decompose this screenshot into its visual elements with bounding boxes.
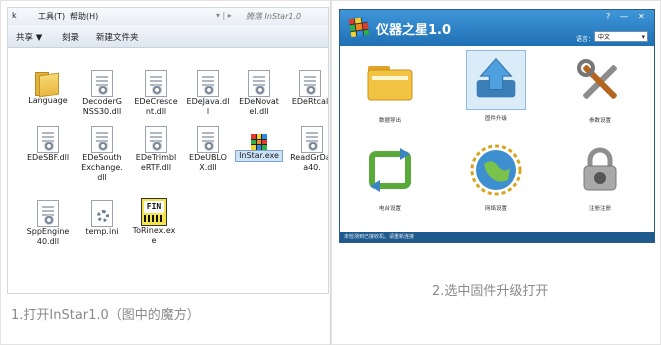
- file-name: EDeCrescent.dll: [134, 97, 178, 116]
- burn-button[interactable]: 刻录: [62, 31, 79, 43]
- share-button[interactable]: 共享 ▼: [16, 31, 42, 43]
- folder-icon: [35, 70, 61, 98]
- dll-file-icon: [145, 126, 167, 153]
- language-select[interactable]: 中文: [594, 31, 648, 43]
- file-item[interactable]: DecoderGNSS30.dll: [80, 70, 124, 117]
- app-title-bar: 仪器之星1.0 ? — ✕ 语言： 中文: [340, 10, 654, 46]
- file-name: EDeJava.dll: [186, 97, 230, 116]
- file-item[interactable]: ReadGrData40.: [290, 126, 328, 173]
- file-explorer-window: k 工具(T) 帮助(H) ▾ | ▸ 腾落 InStar1.0 共享 ▼ 刻录…: [7, 7, 329, 294]
- tools-icon: [570, 52, 630, 112]
- file-item-selected[interactable]: InStar.exe: [235, 126, 283, 162]
- screenshot-card-left: k 工具(T) 帮助(H) ▾ | ▸ 腾落 InStar1.0 共享 ▼ 刻录…: [0, 0, 331, 345]
- address-bar[interactable]: 腾落 InStar1.0: [246, 11, 301, 22]
- file-item[interactable]: SppEngine40.dll: [26, 200, 70, 247]
- tile-label: 参数设置: [588, 118, 611, 124]
- dll-file-icon: [299, 70, 321, 97]
- close-button[interactable]: ✕: [638, 12, 645, 21]
- folder-icon: [360, 52, 420, 112]
- file-name: EDeNovatel.dll: [239, 97, 279, 116]
- tile-data-export[interactable]: 数据导出: [358, 52, 422, 124]
- tile-label: 数据导出: [378, 118, 401, 124]
- dll-file-icon: [145, 70, 167, 97]
- instar-app-window: 仪器之星1.0 ? — ✕ 语言： 中文 数据导出 固件升级 参数设置: [339, 9, 655, 243]
- explorer-menubar: k 工具(T) 帮助(H) ▾ | ▸ 腾落 InStar1.0: [8, 8, 328, 26]
- settings-file-icon: [91, 200, 113, 227]
- language-label: 语言：: [576, 36, 595, 43]
- file-name: EDeUBLOX.dll: [189, 153, 227, 172]
- tile-radio-settings[interactable]: 电台设置: [358, 140, 422, 212]
- file-item[interactable]: Language: [26, 70, 70, 106]
- file-name: ToRinex.exe: [132, 226, 176, 245]
- help-button[interactable]: ?: [606, 12, 610, 21]
- rubiks-cube-icon: [348, 16, 370, 38]
- dll-file-icon: [37, 126, 59, 153]
- file-item[interactable]: EDeSBF.dll: [26, 126, 70, 163]
- menu-item-tools[interactable]: 工具(T): [38, 11, 65, 22]
- file-item[interactable]: EDeUBLOX.dll: [186, 126, 230, 173]
- menu-item-help[interactable]: 帮助(H): [70, 11, 98, 22]
- file-item[interactable]: EDeRtcal: [288, 70, 329, 107]
- new-folder-button[interactable]: 新建文件夹: [96, 31, 139, 43]
- file-name: SppEngine40.dll: [26, 227, 70, 246]
- file-name: EDeTrimbleRTF.dll: [135, 153, 177, 172]
- rubiks-cube-icon: [248, 128, 270, 150]
- dll-file-icon: [37, 200, 59, 227]
- nav-arrows-icon[interactable]: ▾ | ▸: [216, 11, 232, 20]
- status-bar: 未检测到已接收机。请重新连接: [340, 232, 654, 242]
- tile-registration[interactable]: 注册注册: [568, 140, 632, 212]
- tile-network-settings[interactable]: 网络设置: [464, 140, 528, 212]
- dll-file-icon: [197, 70, 219, 97]
- language-value: 中文: [598, 34, 611, 41]
- file-item[interactable]: EDeJava.dll: [186, 70, 230, 117]
- file-name: EDeSBF.dll: [26, 153, 70, 162]
- menu-item-edit[interactable]: k: [12, 11, 17, 20]
- file-item[interactable]: temp.ini: [80, 200, 124, 237]
- file-item[interactable]: EDeCrescent.dll: [134, 70, 178, 117]
- upload-arrow-icon: [466, 50, 526, 110]
- file-name: EDeSouthExchange.dll: [81, 153, 123, 182]
- caption-step-2: 2.选中固件升级打开: [432, 284, 549, 299]
- dll-file-icon: [248, 70, 270, 97]
- file-name: InStar.exe: [235, 150, 283, 162]
- tile-label: 电台设置: [378, 206, 401, 212]
- caption-step-1: 1.打开InStar1.0（图中的魔方）: [11, 308, 200, 323]
- tile-parameter-settings[interactable]: 参数设置: [568, 52, 632, 124]
- dll-file-icon: [91, 126, 113, 153]
- file-item[interactable]: EDeSouthExchange.dll: [80, 126, 124, 183]
- file-item[interactable]: EDeTrimbleRTF.dll: [134, 126, 178, 173]
- app-title: 仪器之星1.0: [376, 23, 452, 38]
- file-name: ReadGrData40.: [290, 153, 328, 172]
- file-name: EDeRtcal: [291, 97, 329, 106]
- dll-file-icon: [91, 70, 113, 97]
- file-item[interactable]: FIN ToRinex.exe: [132, 198, 176, 246]
- dll-file-icon: [197, 126, 219, 153]
- minimize-button[interactable]: —: [620, 12, 628, 21]
- padlock-icon: [570, 140, 630, 200]
- file-name: DecoderGNSS30.dll: [82, 97, 122, 116]
- file-name: Language: [28, 96, 68, 105]
- tile-firmware-upgrade[interactable]: 固件升级: [464, 50, 528, 122]
- rinex-converter-icon: FIN: [141, 198, 167, 226]
- tile-label: 网络设置: [484, 206, 507, 212]
- file-name: temp.ini: [85, 227, 119, 236]
- tile-label: 固件升级: [484, 116, 507, 122]
- explorer-toolbar: 共享 ▼ 刻录 新建文件夹: [8, 25, 328, 48]
- globe-network-icon: [466, 140, 526, 200]
- tile-label: 注册注册: [588, 206, 611, 212]
- file-item[interactable]: EDeNovatel.dll: [237, 70, 281, 117]
- screenshot-card-right: 仪器之星1.0 ? — ✕ 语言： 中文 数据导出 固件升级 参数设置: [331, 0, 661, 345]
- dll-file-icon: [301, 126, 323, 153]
- refresh-arrows-icon: [360, 140, 420, 200]
